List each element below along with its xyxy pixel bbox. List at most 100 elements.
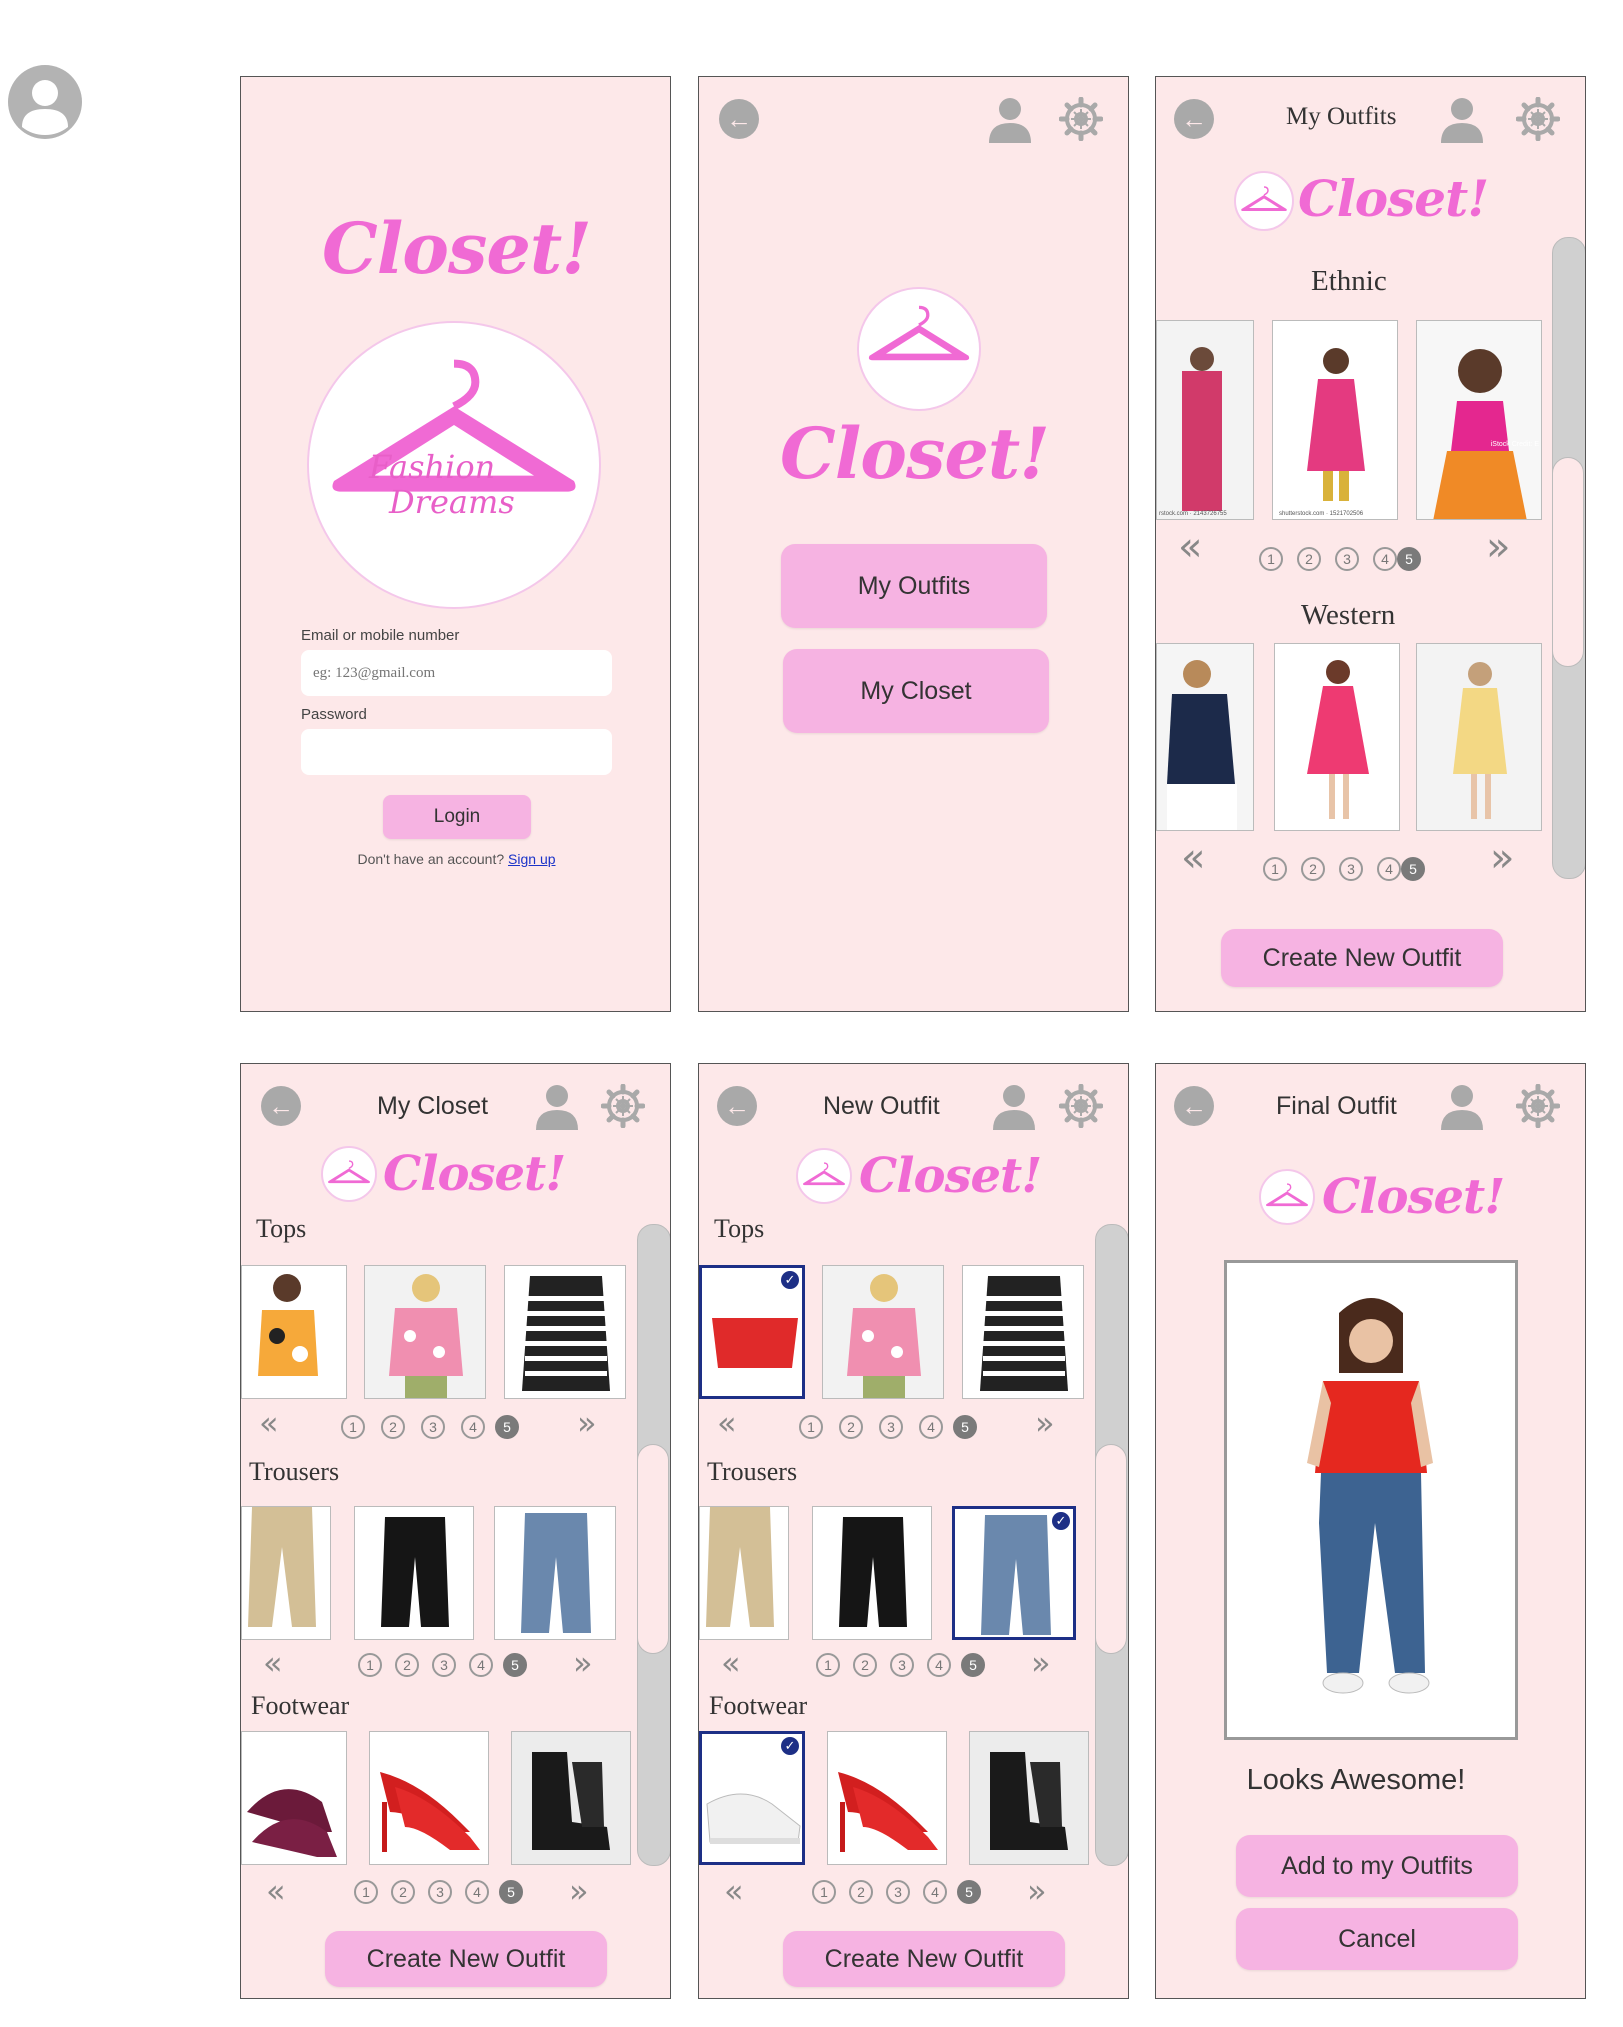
settings-gear-icon[interactable] <box>601 1084 645 1128</box>
prev-page-icon[interactable]: « <box>1181 838 1205 878</box>
profile-icon[interactable] <box>536 1084 578 1130</box>
footwear-thumb[interactable] <box>369 1731 489 1865</box>
next-page-icon[interactable]: » <box>1031 1647 1051 1679</box>
settings-gear-icon[interactable] <box>1059 1084 1103 1128</box>
page-2[interactable]: 2 <box>1297 547 1321 571</box>
page-1[interactable]: 1 <box>354 1880 378 1904</box>
page-1[interactable]: 1 <box>341 1415 365 1439</box>
outfit-thumb[interactable]: shutterstock.com · 1521702506 <box>1272 320 1398 520</box>
top-thumb[interactable] <box>364 1265 486 1399</box>
page-3[interactable]: 3 <box>1335 547 1359 571</box>
prev-page-icon[interactable]: « <box>266 1875 286 1907</box>
page-2[interactable]: 2 <box>381 1415 405 1439</box>
page-3[interactable]: 3 <box>890 1653 914 1677</box>
back-button[interactable]: ← <box>719 99 759 139</box>
footwear-thumb[interactable] <box>511 1731 631 1865</box>
outfit-thumb[interactable] <box>1156 643 1254 831</box>
top-thumb[interactable] <box>241 1265 347 1399</box>
page-4[interactable]: 4 <box>927 1653 951 1677</box>
page-1[interactable]: 1 <box>816 1653 840 1677</box>
page-1[interactable]: 1 <box>1263 857 1287 881</box>
footwear-thumb-selected[interactable]: ✓ <box>699 1731 805 1865</box>
top-thumb[interactable] <box>822 1265 944 1399</box>
next-page-icon[interactable]: » <box>577 1407 597 1439</box>
page-2[interactable]: 2 <box>395 1653 419 1677</box>
page-1[interactable]: 1 <box>358 1653 382 1677</box>
create-new-outfit-button[interactable]: Create New Outfit <box>783 1931 1065 1987</box>
login-button[interactable]: Login <box>383 795 531 839</box>
trouser-thumb[interactable] <box>699 1506 789 1640</box>
page-5[interactable]: 5 <box>961 1653 985 1677</box>
outfit-thumb[interactable]: rstock.com · 2143726755 <box>1156 320 1254 520</box>
page-1[interactable]: 1 <box>1259 547 1283 571</box>
page-2[interactable]: 2 <box>1301 857 1325 881</box>
back-button[interactable]: ← <box>261 1086 301 1126</box>
scrollbar-thumb[interactable] <box>1552 457 1584 667</box>
next-page-icon[interactable]: » <box>1486 527 1510 567</box>
footwear-thumb[interactable] <box>241 1731 347 1865</box>
page-5[interactable]: 5 <box>1397 547 1421 571</box>
signup-link[interactable]: Sign up <box>508 851 555 867</box>
my-outfits-button[interactable]: My Outfits <box>781 544 1047 628</box>
trouser-thumb[interactable] <box>354 1506 474 1640</box>
page-3[interactable]: 3 <box>886 1880 910 1904</box>
create-new-outfit-button[interactable]: Create New Outfit <box>325 1931 607 1987</box>
outfit-thumb[interactable] <box>1416 643 1542 831</box>
page-3[interactable]: 3 <box>421 1415 445 1439</box>
next-page-icon[interactable]: » <box>569 1875 589 1907</box>
prev-page-icon[interactable]: « <box>259 1407 279 1439</box>
profile-icon[interactable] <box>993 1084 1035 1130</box>
next-page-icon[interactable]: » <box>1035 1407 1055 1439</box>
page-4[interactable]: 4 <box>1373 547 1397 571</box>
trouser-thumb[interactable] <box>494 1506 616 1640</box>
page-3[interactable]: 3 <box>428 1880 452 1904</box>
profile-icon[interactable] <box>1441 1084 1483 1130</box>
page-1[interactable]: 1 <box>799 1415 823 1439</box>
prev-page-icon[interactable]: « <box>721 1647 741 1679</box>
back-button[interactable]: ← <box>1174 1086 1214 1126</box>
back-button[interactable]: ← <box>717 1086 757 1126</box>
page-3[interactable]: 3 <box>432 1653 456 1677</box>
next-page-icon[interactable]: » <box>1490 838 1514 878</box>
top-thumb-selected[interactable]: ✓ <box>699 1265 805 1399</box>
prev-page-icon[interactable]: « <box>1178 527 1202 567</box>
outfit-thumb[interactable] <box>1274 643 1400 831</box>
page-3[interactable]: 3 <box>1339 857 1363 881</box>
trouser-thumb-selected[interactable]: ✓ <box>952 1506 1076 1640</box>
footwear-thumb[interactable] <box>827 1731 947 1865</box>
page-2[interactable]: 2 <box>853 1653 877 1677</box>
scrollbar-thumb[interactable] <box>637 1444 669 1654</box>
page-5[interactable]: 5 <box>957 1880 981 1904</box>
settings-gear-icon[interactable] <box>1059 97 1103 141</box>
top-thumb[interactable] <box>962 1265 1084 1399</box>
back-button[interactable]: ← <box>1174 99 1214 139</box>
create-new-outfit-button[interactable]: Create New Outfit <box>1221 929 1503 987</box>
page-2[interactable]: 2 <box>849 1880 873 1904</box>
profile-icon[interactable] <box>1441 97 1483 143</box>
page-4[interactable]: 4 <box>923 1880 947 1904</box>
add-to-my-outfits-button[interactable]: Add to my Outfits <box>1236 1835 1518 1897</box>
prev-page-icon[interactable]: « <box>724 1875 744 1907</box>
trouser-thumb[interactable] <box>241 1506 331 1640</box>
trouser-thumb[interactable] <box>812 1506 932 1640</box>
next-page-icon[interactable]: » <box>1027 1875 1047 1907</box>
next-page-icon[interactable]: » <box>573 1647 593 1679</box>
scrollbar-thumb[interactable] <box>1095 1444 1127 1654</box>
profile-icon[interactable] <box>989 97 1031 143</box>
page-5[interactable]: 5 <box>1401 857 1425 881</box>
top-thumb[interactable] <box>504 1265 626 1399</box>
prev-page-icon[interactable]: « <box>717 1407 737 1439</box>
page-1[interactable]: 1 <box>812 1880 836 1904</box>
page-5[interactable]: 5 <box>953 1415 977 1439</box>
page-4[interactable]: 4 <box>919 1415 943 1439</box>
page-5[interactable]: 5 <box>499 1880 523 1904</box>
my-closet-button[interactable]: My Closet <box>783 649 1049 733</box>
page-4[interactable]: 4 <box>1377 857 1401 881</box>
page-4[interactable]: 4 <box>469 1653 493 1677</box>
page-5[interactable]: 5 <box>495 1415 519 1439</box>
cancel-button[interactable]: Cancel <box>1236 1908 1518 1970</box>
page-5[interactable]: 5 <box>503 1653 527 1677</box>
outfit-thumb[interactable]: iStock Credit: E <box>1416 320 1542 520</box>
account-avatar-icon[interactable] <box>8 65 82 139</box>
prev-page-icon[interactable]: « <box>263 1647 283 1679</box>
